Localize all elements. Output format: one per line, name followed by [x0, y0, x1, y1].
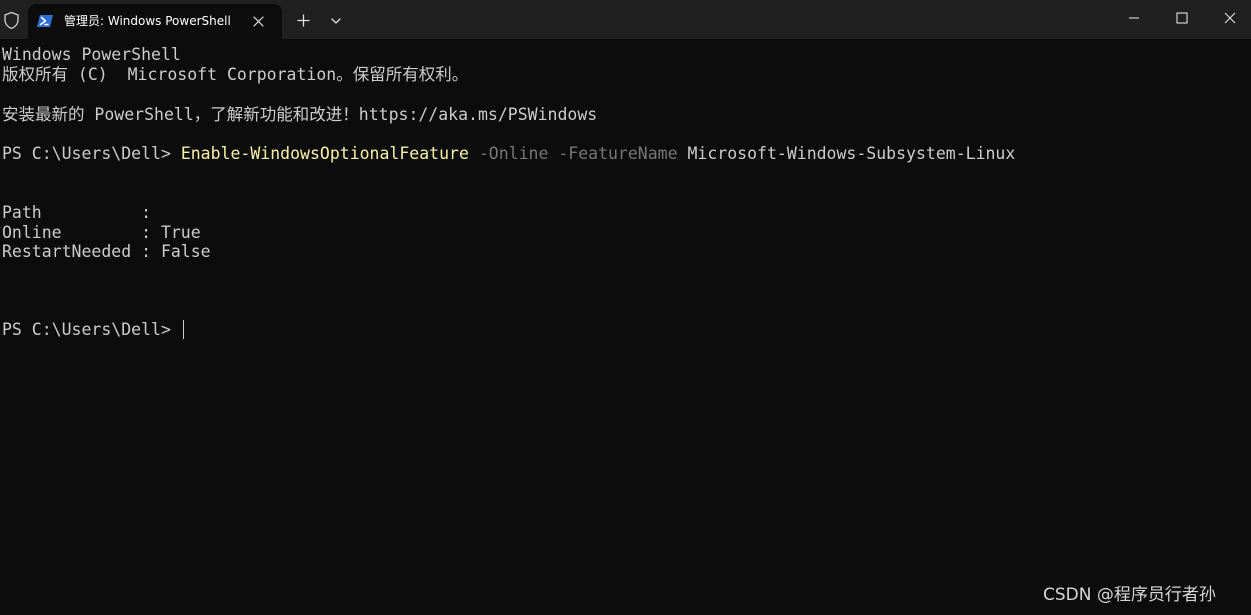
param-featurename: -FeatureName — [558, 144, 678, 163]
output-online: Online : True — [2, 223, 201, 242]
tab-title: 管理员: Windows PowerShell — [64, 14, 231, 28]
banner-line-3: 安装最新的 PowerShell，了解新功能和改进！https://aka.ms… — [2, 105, 598, 124]
new-tab-plus-icon[interactable] — [295, 12, 312, 29]
close-button[interactable] — [1206, 0, 1251, 35]
output-path: Path : — [2, 203, 152, 222]
minimize-icon — [1129, 17, 1139, 19]
watermark: CSDN @程序员行者孙 — [1043, 585, 1216, 605]
maximize-icon — [1176, 12, 1188, 24]
chevron-down-icon[interactable] — [329, 14, 343, 28]
current-prompt-line[interactable]: PS C:\Users\Dell> — [2, 320, 184, 340]
shield-icon — [4, 11, 19, 30]
minimize-button[interactable] — [1110, 0, 1158, 35]
param-online: -Online — [478, 144, 549, 163]
close-icon — [1224, 12, 1236, 24]
powershell-icon — [37, 15, 53, 27]
tab-close-icon[interactable] — [250, 13, 267, 30]
banner-line-2: 版权所有 (C) Microsoft Corporation。保留所有权利。 — [2, 65, 469, 84]
command-line: PS C:\Users\Dell> Enable-WindowsOptional… — [2, 144, 1015, 164]
maximize-button[interactable] — [1158, 0, 1206, 35]
tab-powershell[interactable]: 管理员: Windows PowerShell — [28, 4, 282, 39]
banner-line-1: Windows PowerShell — [2, 45, 181, 64]
output-restart-needed: RestartNeeded : False — [2, 242, 211, 261]
prompt-text: PS C:\Users\Dell> — [2, 144, 181, 163]
cmdlet-text: Enable-WindowsOptionalFeature — [180, 144, 469, 163]
text-cursor — [182, 320, 184, 339]
title-bar: 管理员: Windows PowerShell — [0, 0, 1251, 39]
argument-text: Microsoft-Windows-Subsystem-Linux — [687, 144, 1016, 163]
current-prompt-text: PS C:\Users\Dell> — [2, 320, 181, 339]
terminal-output[interactable]: Windows PowerShell 版权所有 (C) Microsoft Co… — [0, 39, 1251, 615]
